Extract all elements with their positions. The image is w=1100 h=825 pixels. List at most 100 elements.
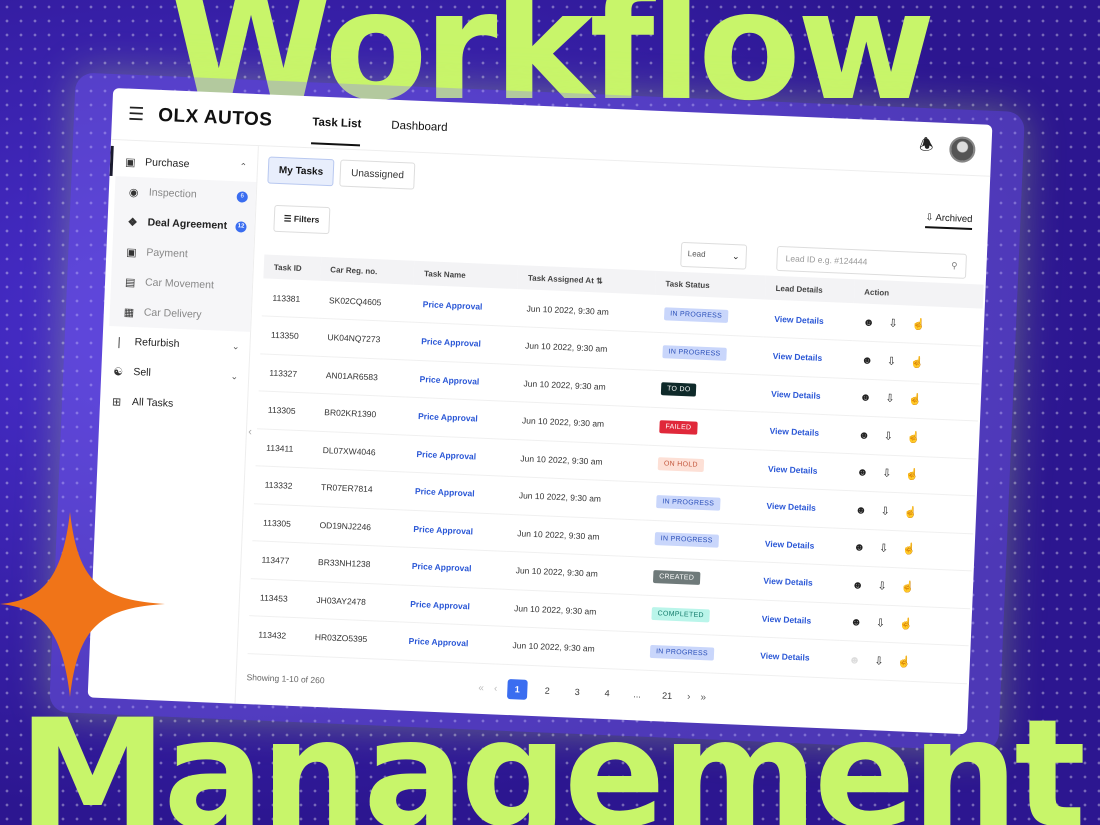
col-task-id[interactable]: Task ID	[263, 254, 321, 281]
app-card: ☰ OLX AUTOS Task List Dashboard 🕭 ▣ Purc…	[49, 72, 1025, 752]
page-1[interactable]: 1	[506, 679, 528, 700]
pick-task-icon[interactable]: ☝	[908, 394, 922, 407]
view-details-link[interactable]: View Details	[761, 336, 853, 379]
pick-task-icon[interactable]: ☝	[911, 319, 925, 332]
task-name-link[interactable]: Price Approval	[402, 509, 509, 552]
view-details-link[interactable]: View Details	[758, 411, 850, 454]
assign-user-icon[interactable]: ☻	[849, 654, 861, 666]
task-status-cell: IN PROGRESS	[653, 294, 766, 337]
payment-icon: ▣	[126, 246, 137, 259]
view-details-link[interactable]: View Details	[752, 561, 843, 603]
assign-user-icon[interactable]: ☻	[853, 542, 865, 554]
archive-icon[interactable]: ⇩	[882, 468, 892, 480]
assign-user-icon[interactable]: ☻	[861, 354, 873, 366]
sort-icon[interactable]: ⇅	[596, 276, 603, 285]
chevron-up-icon: ⌃	[239, 160, 248, 172]
avatar[interactable]	[948, 135, 976, 163]
archive-icon[interactable]: ⇩	[874, 655, 884, 667]
search-icon[interactable]: ⚲	[951, 260, 958, 271]
task-name-link[interactable]: Price Approval	[410, 322, 516, 365]
task-assigned: Jun 10 2022, 9:30 am	[511, 401, 651, 445]
task-name-link[interactable]: Price Approval	[408, 359, 515, 402]
eye-icon: ◉	[128, 186, 139, 199]
sidebar-item-label: Car Delivery	[143, 306, 202, 321]
view-details-link[interactable]: View Details	[760, 374, 851, 416]
pick-task-icon[interactable]: ☝	[897, 656, 911, 669]
lead-select[interactable]: Lead ⌄	[680, 241, 748, 270]
archive-icon[interactable]: ⇩	[887, 355, 897, 367]
pick-task-icon[interactable]: ☝	[905, 469, 919, 482]
view-details-link[interactable]: View Details	[754, 524, 845, 566]
task-name-link[interactable]: Price Approval	[412, 284, 518, 327]
sidebar-item-label: Refurbish	[134, 336, 180, 350]
bell-icon[interactable]: 🕭	[919, 134, 934, 162]
assign-user-icon[interactable]: ☻	[860, 392, 872, 404]
action-cell: ☻ ⇩ ☝	[849, 378, 980, 421]
pick-task-icon[interactable]: ☝	[902, 544, 916, 557]
task-name-link[interactable]: Price Approval	[401, 546, 507, 589]
filters-button[interactable]: ☰ Filters	[273, 204, 330, 235]
view-details-link[interactable]: View Details	[763, 299, 854, 341]
task-id: 113477	[250, 540, 309, 581]
lead-search-input[interactable]: Lead ID e.g. #124444 ⚲	[776, 245, 967, 279]
hamburger-menu-icon[interactable]: ☰	[128, 104, 145, 126]
col-task-assigned-label: Task Assigned At	[527, 273, 595, 285]
archive-icon[interactable]: ⇩	[880, 505, 890, 517]
assign-user-icon[interactable]: ☻	[856, 467, 868, 479]
task-name-link[interactable]: Price Approval	[404, 472, 510, 514]
task-assigned: Jun 10 2022, 9:30 am	[508, 476, 648, 520]
pick-task-icon[interactable]: ☝	[910, 356, 924, 369]
archive-icon[interactable]: ⇩	[877, 580, 887, 592]
task-name-link[interactable]: Price Approval	[407, 397, 513, 439]
pick-task-icon[interactable]: ☝	[900, 581, 914, 594]
view-details-link[interactable]: View Details	[749, 636, 840, 678]
tab-unassigned[interactable]: Unassigned	[339, 159, 416, 190]
sidebar-item-all-tasks[interactable]: ⊞ All Tasks	[99, 386, 247, 422]
col-lead-details[interactable]: Lead Details	[765, 275, 855, 304]
assign-user-icon[interactable]: ☻	[863, 317, 875, 329]
pick-task-icon[interactable]: ☝	[904, 506, 918, 519]
tab-my-tasks[interactable]: My Tasks	[267, 156, 335, 187]
archive-icon[interactable]: ⇩	[888, 318, 898, 330]
tab-task-list[interactable]: Task List	[311, 100, 362, 146]
first-page-icon[interactable]: «	[478, 682, 484, 693]
assign-user-icon[interactable]: ☻	[852, 579, 864, 591]
archive-icon[interactable]: ⇩	[884, 430, 894, 442]
prev-page-icon[interactable]: ‹	[494, 683, 498, 694]
assign-user-icon[interactable]: ☻	[855, 504, 867, 516]
page-2[interactable]: 2	[537, 680, 558, 701]
task-name-link[interactable]: Price Approval	[399, 584, 505, 627]
pick-task-icon[interactable]: ☝	[899, 619, 913, 632]
archive-icon[interactable]: ⇩	[879, 543, 889, 555]
task-id: 113432	[247, 615, 306, 656]
task-status-cell: TO DO	[650, 369, 762, 412]
archive-icon[interactable]: ⇩	[876, 618, 886, 630]
main-content: My Tasks Unassigned ⇩ Archived ☰ Filters…	[246, 147, 984, 734]
task-assigned: Jun 10 2022, 9:30 am	[501, 626, 641, 670]
action-cell: ☻ ⇩ ☝	[845, 453, 977, 496]
task-name-link[interactable]: Price Approval	[405, 434, 512, 477]
assign-user-icon[interactable]: ☻	[850, 617, 862, 629]
action-cell: ☻ ⇩ ☝	[850, 340, 982, 384]
view-details-link[interactable]: View Details	[757, 449, 848, 491]
status-badge: IN PROGRESS	[663, 307, 729, 323]
car-reg: HR03ZO5395	[304, 617, 400, 660]
headline-bottom: Management	[17, 700, 1086, 825]
star-icon	[0, 512, 165, 697]
view-details-link[interactable]: View Details	[755, 486, 846, 528]
task-name-link[interactable]: Price Approval	[397, 621, 504, 664]
collapse-sidebar-icon[interactable]: ‹	[248, 426, 252, 438]
task-id: 113350	[260, 315, 319, 356]
archived-button[interactable]: ⇩ Archived	[924, 212, 973, 231]
tab-dashboard[interactable]: Dashboard	[390, 103, 448, 149]
car-reg: UK04NQ7273	[316, 318, 413, 360]
purchase-submenu: ◉ Inspection 6 ❖ Deal Agreement 12 ▣ Pay…	[109, 176, 257, 332]
pick-task-icon[interactable]: ☝	[907, 431, 921, 444]
assign-user-icon[interactable]: ☻	[858, 429, 870, 441]
archive-icon[interactable]: ⇩	[885, 393, 895, 405]
chevron-down-icon: ⌄	[731, 251, 740, 262]
car-icon: ▤	[124, 276, 136, 289]
filters-label: Filters	[293, 213, 320, 225]
lead-select-value: Lead	[687, 249, 706, 259]
view-details-link[interactable]: View Details	[750, 599, 842, 641]
